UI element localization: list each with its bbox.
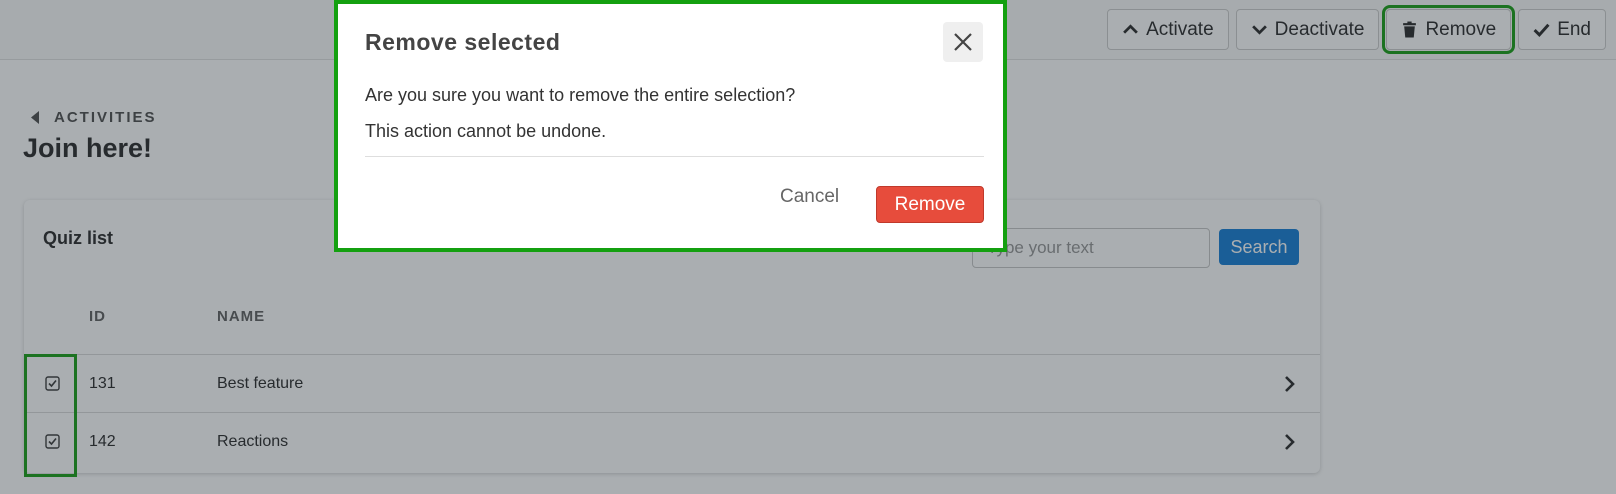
close-icon <box>954 33 972 51</box>
remove-confirm-dialog: Remove selected Are you sure you want to… <box>334 0 1007 252</box>
dialog-close-button[interactable] <box>943 22 983 62</box>
dialog-message: Are you sure you want to remove the enti… <box>365 85 796 105</box>
dialog-divider <box>365 156 984 157</box>
dialog-remove-button[interactable]: Remove <box>876 186 984 223</box>
dialog-warning: This action cannot be undone. <box>365 121 607 141</box>
dialog-title: Remove selected <box>365 29 561 55</box>
dialog-cancel-button[interactable]: Cancel <box>780 186 839 208</box>
